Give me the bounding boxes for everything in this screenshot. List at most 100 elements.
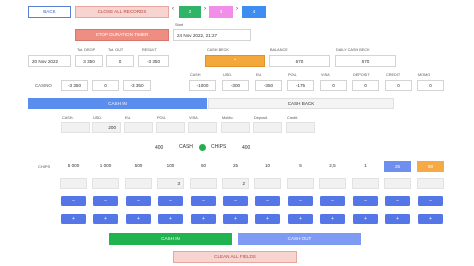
denom-100: 100 bbox=[166, 163, 175, 168]
close-all-records-button[interactable]: CLOSE ALL RECORDS bbox=[75, 6, 169, 18]
usd-input-label: USD. bbox=[93, 116, 103, 120]
tab-cash-in[interactable]: CASH IN bbox=[28, 98, 207, 109]
minus-button-1[interactable]: – bbox=[353, 196, 378, 206]
minus-button-10[interactable]: – bbox=[255, 196, 280, 206]
cash-header-label: CASH bbox=[179, 144, 193, 150]
tab-record-2[interactable]: 2 bbox=[179, 6, 201, 18]
minus-button-25-special[interactable]: – bbox=[385, 196, 410, 206]
visa-input[interactable] bbox=[188, 122, 217, 133]
denom-5: 5 bbox=[299, 163, 302, 168]
chips-header-label: CHIPS bbox=[211, 144, 227, 150]
plus-button-2-5[interactable]: + bbox=[320, 214, 345, 224]
chevron-down-icon: ⌄ bbox=[233, 56, 238, 62]
momo-input[interactable] bbox=[221, 122, 250, 133]
casino-result-field: -3 350 bbox=[123, 80, 151, 91]
chip-count-2-5[interactable] bbox=[319, 178, 346, 189]
denom-25-special[interactable]: 25 bbox=[384, 161, 411, 172]
denom-10: 10 bbox=[264, 163, 271, 168]
tot-drop-field: 3 350 bbox=[75, 55, 103, 67]
visa-col-label: VISA bbox=[321, 73, 330, 77]
clean-all-fields-button[interactable]: CLEAN ALL FIELDS bbox=[173, 251, 297, 263]
denom-2-5: 2,5 bbox=[329, 163, 336, 168]
credit-input[interactable] bbox=[286, 122, 315, 133]
deposit-input[interactable] bbox=[253, 122, 282, 133]
cash-col-label: CASH bbox=[190, 73, 201, 77]
balance-label: BALANCE bbox=[270, 48, 288, 52]
chip-count-25[interactable]: 2 bbox=[222, 178, 249, 189]
pou-col-label: POU. bbox=[288, 73, 298, 77]
minus-button-50[interactable]: – bbox=[191, 196, 216, 206]
result-field: -3 350 bbox=[138, 55, 169, 67]
casino-out-field: 0 bbox=[92, 80, 119, 91]
plus-button-25-special[interactable]: + bbox=[385, 214, 410, 224]
date-field: 20 Nov 2022 bbox=[28, 55, 71, 67]
chip-count-50[interactable] bbox=[190, 178, 217, 189]
eu-input-label: EU. bbox=[125, 116, 132, 120]
momo-col-value: 0 bbox=[417, 80, 444, 91]
prev-icon[interactable]: ‹ bbox=[172, 6, 174, 12]
daily-cash-beck-label: DAILY CASH BECK bbox=[336, 48, 370, 52]
minus-button-5000[interactable]: – bbox=[61, 196, 86, 206]
minus-button-25[interactable]: – bbox=[223, 196, 248, 206]
denom-500: 500 bbox=[134, 163, 143, 168]
credit-input-label: Credit. bbox=[287, 116, 299, 120]
minus-button-2-5[interactable]: – bbox=[320, 196, 345, 206]
deposit-col-label: DEPOSIT bbox=[353, 73, 370, 77]
plus-button-500[interactable]: + bbox=[126, 214, 151, 224]
minus-button-100[interactable]: – bbox=[158, 196, 183, 206]
chip-count-1[interactable] bbox=[352, 178, 379, 189]
chips-total: 400 bbox=[242, 145, 251, 151]
cash-in-button[interactable]: CASH IN bbox=[109, 233, 232, 245]
plus-button-100[interactable]: + bbox=[158, 214, 183, 224]
chip-count-50-special[interactable] bbox=[417, 178, 444, 189]
daily-cash-beck-field: 670 bbox=[335, 55, 396, 67]
tot-out-field: 0 bbox=[106, 55, 134, 67]
stop-duration-timer-button[interactable]: STOP DURATION TIMER bbox=[75, 29, 169, 41]
chip-count-25-special[interactable] bbox=[384, 178, 411, 189]
plus-button-25[interactable]: + bbox=[223, 214, 248, 224]
plus-button-10[interactable]: + bbox=[255, 214, 280, 224]
chip-count-5[interactable] bbox=[287, 178, 314, 189]
momo-col-label: MOMO bbox=[418, 73, 431, 77]
plus-button-5[interactable]: + bbox=[288, 214, 313, 224]
tab-record-4[interactable]: 4 bbox=[242, 6, 266, 18]
casino-label: CASINO bbox=[35, 83, 52, 88]
eu-input[interactable] bbox=[124, 122, 153, 133]
plus-button-50-special[interactable]: + bbox=[418, 214, 443, 224]
tab-cash-back[interactable]: CASH BACK bbox=[208, 98, 394, 109]
pou-col-value: -175 bbox=[287, 80, 314, 91]
denom-50-special[interactable]: 50 bbox=[417, 161, 444, 172]
denom-1000: 1 000 bbox=[99, 163, 112, 168]
minus-button-5[interactable]: – bbox=[288, 196, 313, 206]
pou-input[interactable] bbox=[156, 122, 185, 133]
tab-record-3[interactable]: 3 bbox=[209, 6, 233, 18]
usd-col-label: USD. bbox=[223, 73, 233, 77]
plus-button-1[interactable]: + bbox=[353, 214, 378, 224]
chip-count-5000[interactable] bbox=[60, 178, 87, 189]
credit-col-label: CREDIT bbox=[386, 73, 401, 77]
denom-1: 1 bbox=[364, 163, 367, 168]
chip-count-100[interactable]: 3 bbox=[157, 178, 184, 189]
usd-input[interactable]: 200 bbox=[92, 122, 121, 133]
credit-col-value: 0 bbox=[385, 80, 412, 91]
chip-count-10[interactable] bbox=[254, 178, 281, 189]
chip-count-500[interactable] bbox=[125, 178, 152, 189]
denom-25: 25 bbox=[232, 163, 239, 168]
plus-button-50[interactable]: + bbox=[191, 214, 216, 224]
cash-out-button[interactable]: CASH OUT bbox=[238, 233, 361, 245]
minus-button-50-special[interactable]: – bbox=[418, 196, 443, 206]
start-time-field: 24 Nov 2022, 21:27 bbox=[173, 29, 251, 41]
eu-col-value: -350 bbox=[255, 80, 282, 91]
next-icon[interactable]: › bbox=[236, 6, 238, 12]
back-button[interactable]: BACK bbox=[28, 6, 71, 18]
plus-button-5000[interactable]: + bbox=[61, 214, 86, 224]
minus-button-1000[interactable]: – bbox=[93, 196, 118, 206]
plus-button-1000[interactable]: + bbox=[93, 214, 118, 224]
deposit-col-value: 0 bbox=[352, 80, 379, 91]
tot-out-label: Tot. OUT bbox=[108, 48, 124, 52]
cash-input[interactable] bbox=[61, 122, 90, 133]
eu-col-label: EU. bbox=[256, 73, 263, 77]
minus-button-500[interactable]: – bbox=[126, 196, 151, 206]
visa-input-label: VISA. bbox=[189, 116, 199, 120]
chip-count-1000[interactable] bbox=[92, 178, 119, 189]
